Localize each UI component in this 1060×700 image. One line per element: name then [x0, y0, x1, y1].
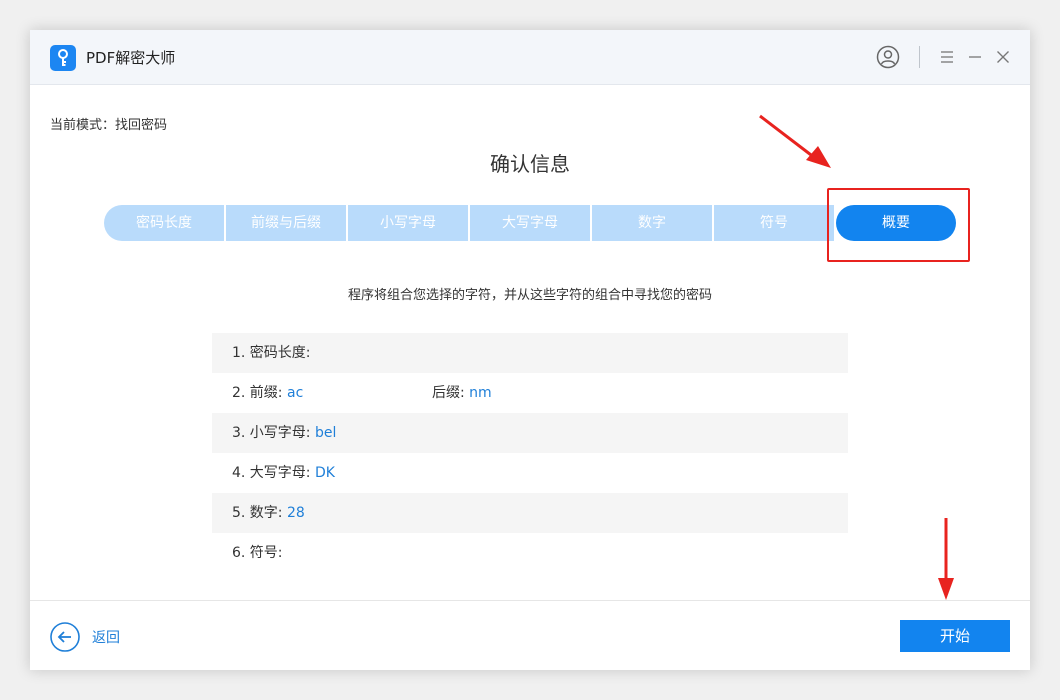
annotation-arrows — [759, 114, 954, 600]
annotation-arrow-start — [938, 518, 954, 600]
annotation-arrow-summary — [759, 114, 831, 168]
